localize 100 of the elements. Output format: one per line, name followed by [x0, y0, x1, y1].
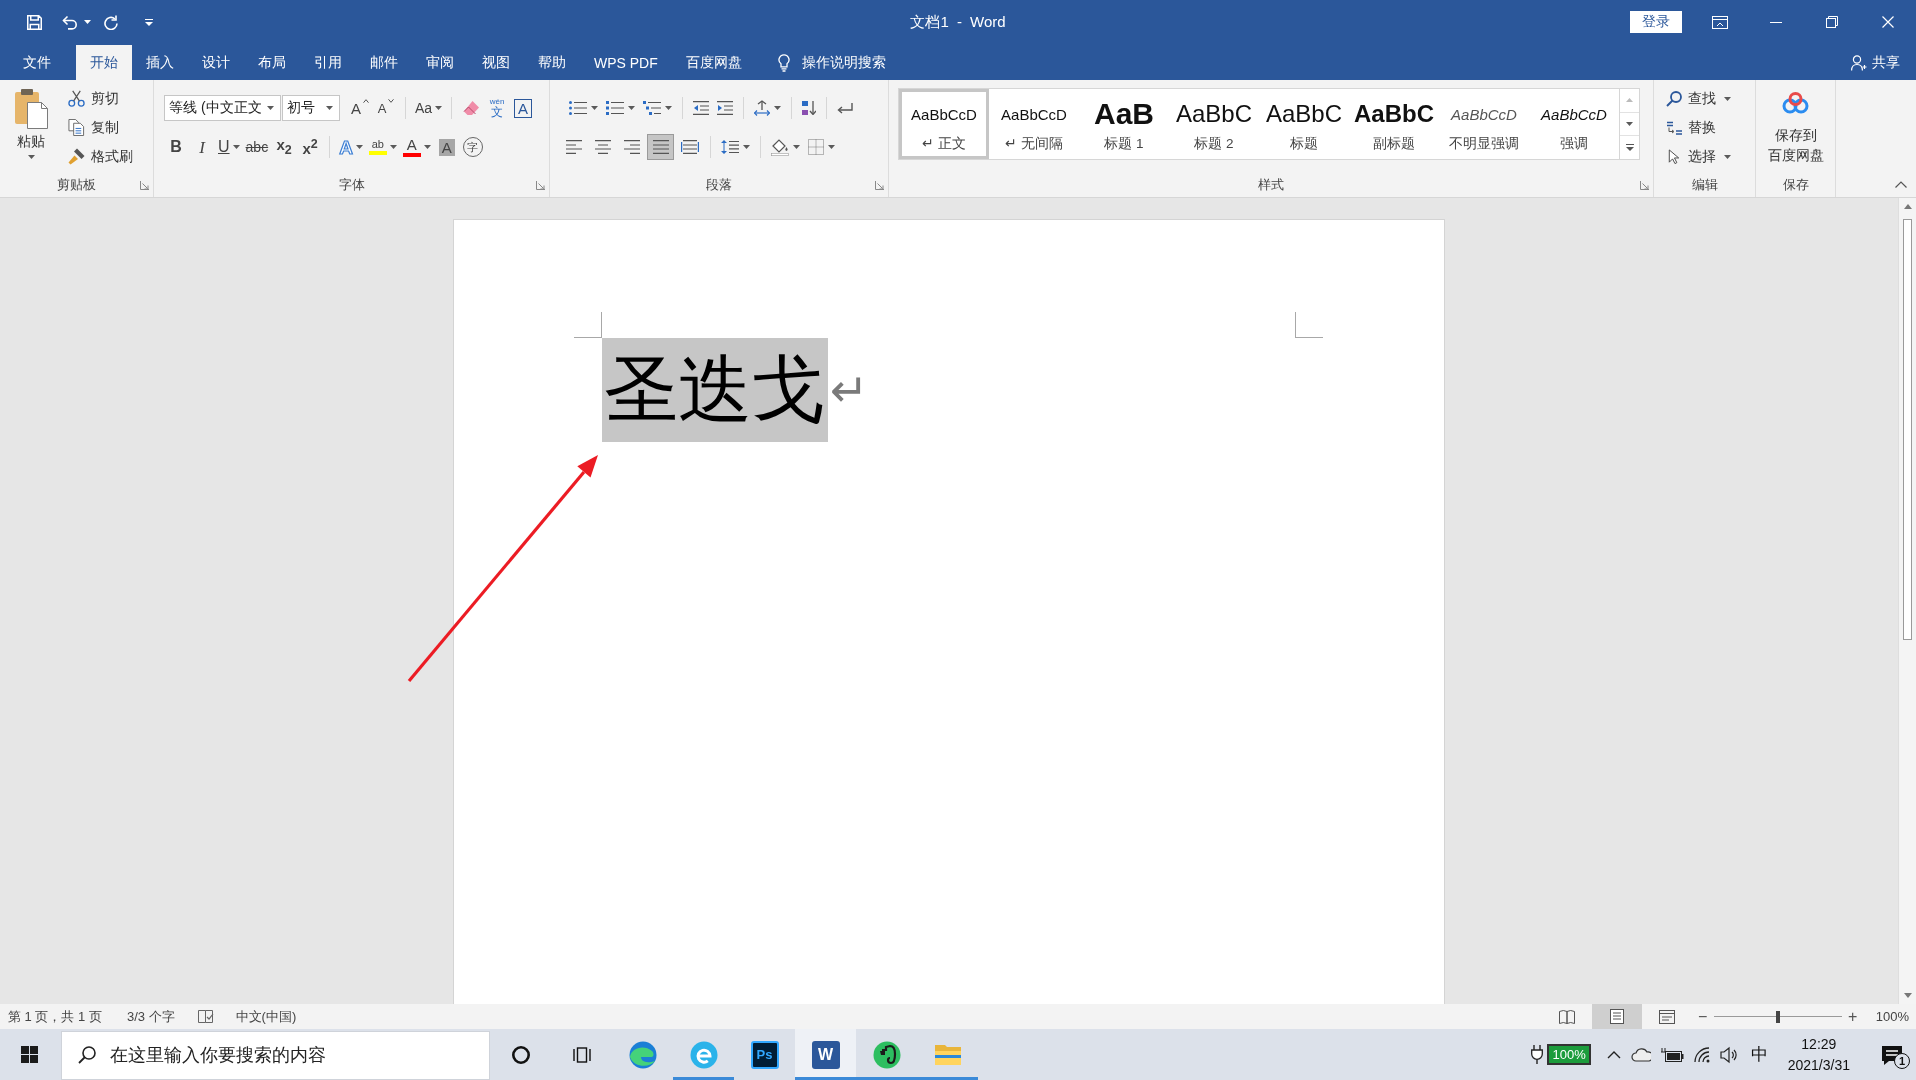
customize-toolbar-icon[interactable] [145, 18, 153, 26]
style-option[interactable]: AaBbC 标题 2 [1169, 89, 1259, 159]
style-option[interactable]: AaBbCcD ↵ 无间隔 [989, 89, 1079, 159]
copy-button[interactable]: 复制 [68, 113, 133, 142]
format-painter-button[interactable]: 格式刷 [68, 142, 133, 171]
ribbon-tab[interactable]: 视图 [468, 45, 524, 80]
start-menu-icon[interactable] [20, 1046, 38, 1063]
minimize-icon[interactable] [1770, 21, 1782, 23]
zoom-level[interactable]: 100% [1875, 1009, 1909, 1024]
ribbon-display-options-icon[interactable] [1712, 15, 1728, 29]
scroll-down-icon[interactable] [1903, 993, 1912, 998]
restore-icon[interactable] [1826, 16, 1838, 28]
wifi-icon[interactable] [1693, 1046, 1710, 1063]
ribbon-tab[interactable]: 百度网盘 [671, 45, 756, 80]
highlight-button[interactable]: ab [366, 134, 399, 160]
ribbon-tab[interactable]: 帮助 [524, 45, 580, 80]
zoom-in-button[interactable]: + [1845, 1008, 1860, 1025]
ribbon-tab[interactable]: 邮件 [356, 45, 412, 80]
caret-icon[interactable] [591, 106, 598, 110]
font-size-dropdown[interactable]: 初号 [282, 95, 340, 121]
ribbon-tab[interactable]: 开始 [76, 45, 132, 80]
login-button[interactable]: 登录 [1630, 11, 1682, 33]
ribbon-tab[interactable]: 审阅 [412, 45, 468, 80]
save-icon[interactable] [27, 14, 42, 30]
ribbon-tab[interactable]: 设计 [188, 45, 244, 80]
numbered-list-icon[interactable] [606, 101, 624, 115]
caret-icon[interactable] [793, 145, 800, 149]
character-shading-button[interactable]: A [434, 134, 459, 160]
dialog-launcher-icon[interactable] [140, 180, 149, 190]
bold-button[interactable]: B [164, 134, 188, 160]
taskbar-app-button[interactable]: Ps [734, 1029, 795, 1080]
bullet-list-icon[interactable] [569, 101, 587, 115]
zoom-out-button[interactable]: − [1695, 1008, 1710, 1025]
grow-font-button[interactable]: A [348, 95, 372, 121]
clock-time[interactable]: 12:29 [1801, 1033, 1837, 1055]
caret-icon[interactable] [435, 106, 443, 110]
style-option[interactable]: AaBbCcD ↵ 正文 [899, 89, 989, 159]
taskbar-app-button[interactable]: W [795, 1029, 856, 1080]
subscript-button[interactable]: x$_{2}$ [272, 134, 297, 160]
style-option[interactable]: AaBbC 副标题 [1349, 89, 1439, 159]
replace-button[interactable]: 替换 [1666, 113, 1755, 142]
font-name-dropdown[interactable]: 等线 (中文正文 [164, 95, 281, 121]
dialog-launcher-icon[interactable] [1640, 180, 1649, 190]
print-layout-button[interactable] [1591, 1004, 1642, 1029]
decrease-indent-icon[interactable] [693, 101, 709, 115]
chevron-up-icon[interactable] [1606, 1050, 1621, 1059]
text-direction-icon[interactable] [754, 100, 770, 116]
font-color-button[interactable]: A [400, 134, 433, 160]
caret-icon[interactable] [1724, 96, 1731, 101]
cloud-icon[interactable] [1630, 1047, 1651, 1062]
caret-icon[interactable] [84, 20, 91, 24]
italic-button[interactable]: I [190, 134, 214, 160]
increase-indent-icon[interactable] [717, 101, 733, 115]
find-button[interactable]: 查找 [1666, 84, 1755, 113]
redo-icon[interactable] [104, 14, 119, 30]
collapse-ribbon-icon[interactable] [1895, 181, 1907, 188]
clock-date[interactable]: 2021/3/31 [1787, 1054, 1850, 1076]
paste-button[interactable]: 粘贴 [6, 84, 56, 173]
style-option[interactable]: AaBbC 标题 [1259, 89, 1349, 159]
paint-bucket-icon[interactable] [771, 138, 789, 156]
proofing-icon[interactable] [197, 1010, 214, 1023]
style-option[interactable]: AaBbCcD 强调 [1529, 89, 1619, 159]
superscript-button[interactable]: x$^{2}$ [298, 134, 323, 160]
caret-icon[interactable] [423, 145, 431, 149]
style-option[interactable]: AaB 标题 1 [1079, 89, 1169, 159]
battery-level[interactable]: 100% [1547, 1044, 1591, 1065]
undo-icon[interactable] [62, 14, 78, 30]
word-count[interactable]: 3/3 个字 [126, 1007, 175, 1026]
taskbar-search-field[interactable]: 在这里输入你要搜索的内容 [61, 1031, 490, 1080]
caret-icon[interactable] [389, 145, 397, 149]
scrollbar-thumb[interactable] [1903, 219, 1912, 640]
scroll-down-icon[interactable] [1626, 122, 1633, 126]
ribbon-tab[interactable]: 引用 [300, 45, 356, 80]
strikethrough-button[interactable]: abc [243, 134, 271, 160]
battery-icon[interactable] [1660, 1047, 1684, 1062]
more-styles-icon[interactable] [1625, 144, 1634, 152]
justify-button[interactable] [647, 134, 674, 160]
underline-button[interactable]: U [216, 134, 242, 160]
vertical-scrollbar[interactable] [1898, 198, 1916, 1004]
page-count[interactable]: 第 1 页，共 1 页 [8, 1007, 102, 1026]
speaker-icon[interactable] [1719, 1045, 1737, 1064]
caret-icon[interactable] [828, 145, 835, 149]
scroll-up-icon[interactable] [1903, 204, 1912, 209]
ribbon-tab[interactable]: 文件 [9, 45, 65, 80]
sort-icon[interactable] [802, 101, 816, 115]
select-button[interactable]: 选择 [1666, 142, 1755, 171]
language-indicator[interactable]: 中文(中国) [235, 1007, 297, 1026]
shrink-font-button[interactable]: A [374, 95, 398, 121]
phonetic-guide-button[interactable]: wén 文 [485, 95, 510, 121]
ribbon-tab[interactable]: WPS PDF [580, 45, 672, 80]
input-method-indicator[interactable]: 中 [1750, 1043, 1768, 1066]
save-to-cloud-button[interactable]: 保存到 百度网盘 [1767, 80, 1824, 173]
share-button[interactable]: 共享 [1851, 45, 1900, 80]
paragraph-marks-icon[interactable] [837, 102, 853, 114]
ribbon-tab[interactable]: 插入 [132, 45, 188, 80]
caret-icon[interactable] [355, 145, 363, 149]
caret-icon[interactable] [267, 106, 274, 110]
caret-icon[interactable] [628, 106, 635, 110]
change-case-button[interactable]: Aa [413, 95, 445, 121]
caret-icon[interactable] [743, 145, 750, 149]
